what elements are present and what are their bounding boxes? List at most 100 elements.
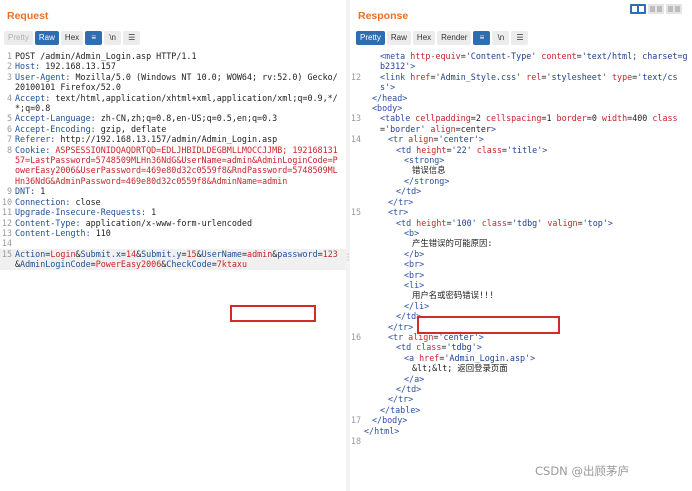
request-line: 13 Content-Length: 110	[0, 228, 346, 238]
line-text: Action=Login&Submit.x=14&Submit.y=15&Use…	[15, 249, 346, 270]
line-text: <body>	[364, 103, 692, 113]
tag-close: >	[408, 196, 414, 207]
menu-icon[interactable]: ☰	[123, 31, 141, 45]
line-number: 13	[350, 113, 361, 124]
tag-close: >	[408, 321, 414, 332]
header-name: Accept-Language:	[15, 113, 101, 124]
attr-name: border	[551, 113, 587, 124]
code-text: 错误信息	[412, 165, 446, 176]
line-number	[350, 342, 364, 352]
tab-pretty[interactable]: Pretty	[356, 31, 385, 45]
menu-icon[interactable]: ☰	[511, 31, 529, 45]
response-line: </table>	[350, 405, 692, 415]
line-number	[350, 426, 364, 436]
response-line: </td>	[350, 186, 692, 196]
tab-render[interactable]: Render	[437, 31, 472, 45]
cookie-value: ASPSESSIONIDQAQDRTQD=EDLJHBIDLDEGBMLLMOC…	[15, 144, 338, 186]
header-name: Referer:	[15, 134, 61, 145]
line-number: 14	[1, 238, 12, 249]
response-line: &lt;&lt; 返回登录页面	[350, 363, 692, 373]
line-number	[350, 238, 364, 248]
response-line: </li>	[350, 301, 692, 311]
line-number: 17	[350, 415, 361, 426]
tab-pretty[interactable]: Pretty	[4, 31, 33, 45]
line-text: <tr align='center'>	[364, 134, 692, 144]
param-value: 7ktaxu	[216, 259, 247, 270]
line-number	[350, 218, 364, 228]
tag-close: >	[408, 394, 414, 405]
line-text: <td class='tdbg'>	[364, 342, 692, 352]
response-line: <br>	[350, 259, 692, 269]
tag-close: >	[490, 123, 497, 134]
response-line: <td class='tdbg'>	[350, 342, 692, 352]
request-line: 2 Host: 192.168.13.157	[0, 61, 346, 71]
wrap-lines-icon[interactable]: ≡	[473, 31, 491, 45]
response-line: <br>	[350, 270, 692, 280]
header-name: Host:	[15, 61, 46, 72]
attr-name: width	[596, 113, 628, 124]
line-number: 14	[350, 134, 361, 145]
response-editor[interactable]: <meta http-equiv='Content-Type' content=…	[350, 51, 692, 446]
line-number: 4	[6, 92, 12, 103]
tag-name: <tr	[388, 207, 404, 218]
response-line: <strong>	[350, 155, 692, 165]
response-line: <a href='Admin_Login.asp'>	[350, 353, 692, 363]
tag-name: <br	[404, 269, 420, 280]
line-number: 6	[6, 123, 12, 134]
line-text: <br>	[364, 270, 692, 280]
tab-raw[interactable]: Raw	[386, 31, 411, 45]
line-text: </table>	[364, 405, 692, 415]
newline-icon[interactable]: \n	[104, 31, 122, 45]
tag-name: </tr	[388, 196, 409, 207]
response-line: 12 <link href='Admin_Style.css' rel='styl…	[350, 72, 692, 93]
tag-close: >	[416, 186, 422, 197]
param-value: PowerEasy2006	[95, 259, 162, 270]
request-toolbar: Pretty Raw Hex ≡ \n ☰	[4, 31, 141, 45]
request-editor[interactable]: 1 POST /admin/Admin_Login.asp HTTP/1.1 2 Ho…	[0, 51, 346, 270]
layout-single-icon[interactable]	[666, 4, 682, 14]
line-number	[350, 228, 364, 238]
response-line: <b>	[350, 228, 692, 238]
request-title: Request	[7, 10, 49, 22]
param-name: Action	[15, 248, 46, 259]
request-line: 9 DNT: 1	[0, 186, 346, 196]
line-number	[350, 270, 364, 280]
header-value: gzip, deflate	[100, 123, 167, 134]
attr-name: class	[471, 144, 502, 155]
layout-horizontal-icon[interactable]	[648, 4, 664, 14]
attr-value: 'top'	[582, 217, 608, 228]
response-line: <meta http-equiv='Content-Type' content=…	[350, 51, 692, 72]
attr-value: 'tdbg'	[446, 342, 477, 353]
header-value: zh-CN,zh;q=0.8,en-US;q=0.5,en;q=0.3	[100, 113, 278, 124]
tag-name: <li	[404, 279, 420, 290]
line-text: Content-Type: application/x-www-form-url…	[15, 218, 346, 228]
line-text: Content-Length: 110	[15, 228, 346, 238]
attr-name: href	[405, 71, 431, 82]
attr-value: 'Admin_Style.css'	[435, 71, 522, 82]
tag-name: </tr	[388, 394, 409, 405]
newline-icon[interactable]: \n	[492, 31, 510, 45]
line-number: 9	[6, 186, 12, 197]
code-text: 产生错误的可能原因:	[412, 238, 493, 249]
line-number	[350, 301, 364, 311]
line-number	[350, 249, 364, 259]
tag-close: >	[397, 103, 403, 114]
header-value: application/x-www-form-urlencoded	[85, 217, 252, 228]
response-line: 18	[350, 436, 692, 446]
line-text: DNT: 1	[15, 186, 346, 196]
param-name: Submit.y	[141, 248, 182, 259]
line-number	[350, 176, 364, 186]
tag-close: >	[419, 279, 425, 290]
attr-value: '100'	[451, 217, 477, 228]
tag-close: >	[415, 404, 421, 415]
tag-name: <table	[380, 113, 411, 124]
param-name: password	[277, 248, 318, 259]
attr-name: align	[425, 123, 456, 134]
tab-hex[interactable]: Hex	[412, 31, 436, 45]
tab-hex[interactable]: Hex	[60, 31, 84, 45]
tag-name: <td	[396, 342, 412, 353]
layout-side-by-side-icon[interactable]	[630, 4, 646, 14]
tag-name: <a	[404, 352, 415, 363]
tab-raw[interactable]: Raw	[34, 31, 59, 45]
wrap-lines-icon[interactable]: ≡	[85, 31, 103, 45]
